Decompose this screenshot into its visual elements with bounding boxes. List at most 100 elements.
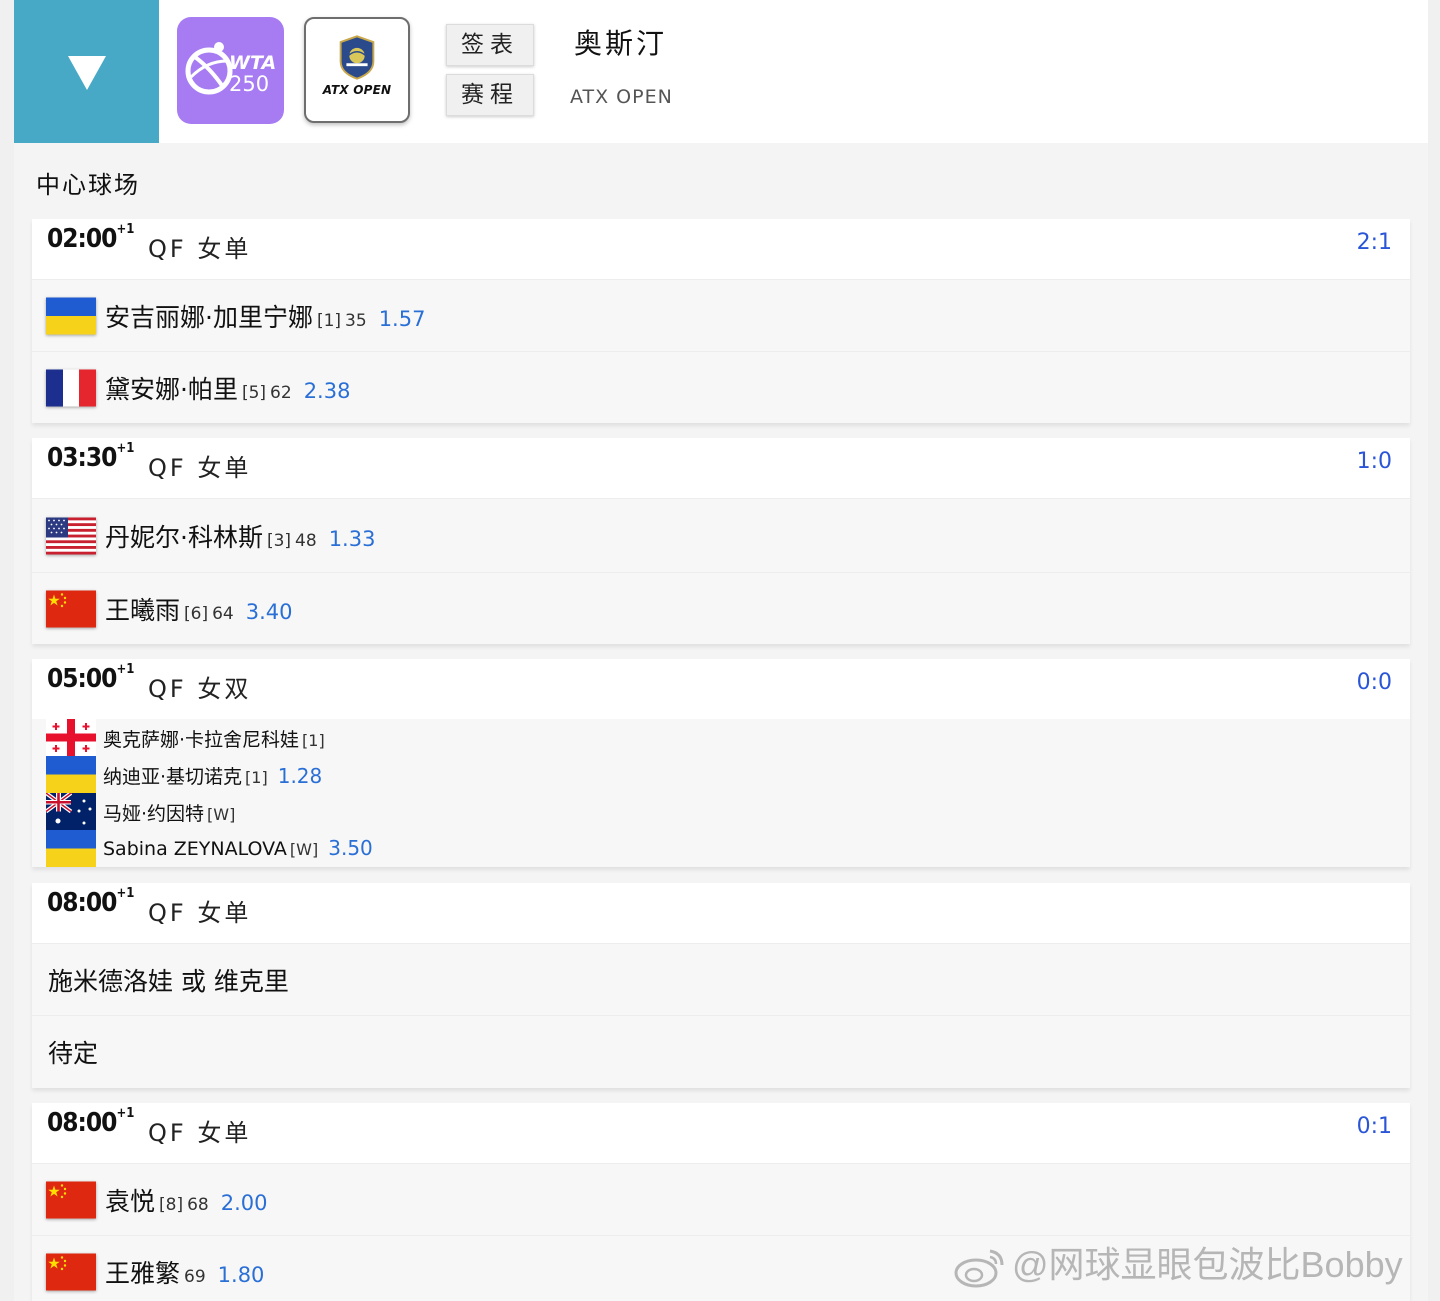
pair-odds: 3.50 <box>328 836 373 860</box>
match-score: 2:1 <box>1356 230 1392 255</box>
court-name: 中心球场 <box>36 171 140 199</box>
match-card[interactable]: 05:00+1 QF 女双 0:0 奥克萨娜·卡拉舍尼科娃 [1] 纳迪亚·基切诺… <box>32 659 1410 867</box>
match-time: 02:00+1 <box>47 222 135 254</box>
ukraine-flag-icon <box>46 756 96 793</box>
weibo-logo-icon <box>954 1250 1004 1288</box>
player-name-line: 安吉丽娜·加里宁娜 [1] 35 1.57 <box>105 298 425 334</box>
player-name: 王雅繁 <box>105 1258 181 1288</box>
menu-toggle-button[interactable] <box>14 0 159 143</box>
player-seed: [W] <box>207 805 236 824</box>
match-score: 1:0 <box>1356 449 1392 474</box>
player-name-line: 黛安娜·帕里 [5] 62 2.38 <box>105 370 350 406</box>
watermark-text: @网球显眼包波比Bobby <box>1012 1244 1403 1285</box>
tournament-subtitle: ATX OPEN <box>570 86 673 108</box>
player-seed: [3] <box>266 530 292 551</box>
player-name: 黛安娜·帕里 <box>105 374 238 404</box>
wta-250-logo: WTA 250 <box>177 17 284 124</box>
match-header: 02:00+1 QF 女单 2:1 <box>32 219 1410 279</box>
match-time: 08:00+1 <box>47 1106 135 1138</box>
player-row[interactable]: 王曦雨 [6] 64 3.40 <box>32 572 1410 644</box>
player-rank: 69 <box>184 1266 206 1287</box>
player-name-line: 丹妮尔·科林斯 [3] 48 1.33 <box>105 518 375 554</box>
doubles-player-row[interactable]: 纳迪亚·基切诺克 [1] 1.28 <box>32 756 1410 793</box>
player-name: 丹妮尔·科林斯 <box>105 522 263 552</box>
player-name: 待定 <box>48 1039 99 1068</box>
match-round: QF 女双 <box>148 675 252 703</box>
triangle-down-icon <box>67 55 106 90</box>
player-odds: 1.33 <box>328 526 376 551</box>
match-time: 08:00+1 <box>47 886 135 918</box>
pair-odds: 1.28 <box>277 764 323 788</box>
match-header: 05:00+1 QF 女双 0:0 <box>32 659 1410 719</box>
match-round: QF 女单 <box>148 1119 252 1147</box>
player-seed: [6] <box>184 603 209 624</box>
player-name-line: 马娅·约因特 [W] <box>103 799 235 826</box>
player-seed: [8] <box>159 1194 184 1215</box>
match-time: 05:00+1 <box>47 662 135 694</box>
day-offset: +1 <box>116 1106 135 1122</box>
player-row[interactable]: 待定 <box>32 1015 1410 1088</box>
player-name-line: 袁悦 [8] 68 2.00 <box>105 1182 268 1218</box>
player-name: 施米德洛娃 或 维克里 <box>48 966 289 996</box>
schedule-button[interactable]: 赛程 <box>446 74 534 116</box>
ukraine-flag-icon <box>46 830 96 867</box>
doubles-player-row[interactable]: 奥克萨娜·卡拉舍尼科娃 [1] <box>32 719 1410 756</box>
doubles-player-row[interactable]: 马娅·约因特 [W] <box>32 793 1410 830</box>
day-offset: +1 <box>116 441 135 457</box>
player-odds: 1.80 <box>217 1262 265 1287</box>
match-header: 03:30+1 QF 女单 1:0 <box>32 438 1410 498</box>
match-card[interactable]: 02:00+1 QF 女单 2:1 安吉丽娜·加里宁娜 [1] 35 1.57 黛安娜… <box>32 219 1410 423</box>
usa-flag-icon <box>46 517 96 554</box>
player-rank: 62 <box>270 382 292 403</box>
atx-open-logo: ATX OPEN <box>304 17 410 123</box>
player-name: 安吉丽娜·加里宁娜 <box>105 302 313 332</box>
draw-button[interactable]: 签表 <box>446 24 534 66</box>
player-name: 马娅·约因特 <box>103 803 205 825</box>
player-name: 王曦雨 <box>105 595 181 625</box>
player-name-line: 王曦雨 [6] 64 3.40 <box>105 591 293 627</box>
match-time: 03:30+1 <box>47 441 135 473</box>
georgia-flag-icon <box>46 719 96 756</box>
match-header: 08:00+1 QF 女单 <box>32 883 1410 943</box>
player-name: 纳迪亚·基切诺克 <box>103 766 243 788</box>
player-rank: 64 <box>212 603 234 624</box>
player-name-line: 王雅繁 69 1.80 <box>105 1254 264 1290</box>
day-offset: +1 <box>116 886 135 902</box>
player-name: 袁悦 <box>105 1186 156 1216</box>
player-odds: 3.40 <box>245 599 293 624</box>
match-score: 0:0 <box>1356 670 1392 695</box>
china-flag-icon <box>46 590 96 627</box>
player-name-line: 纳迪亚·基切诺克 [1] 1.28 <box>103 762 322 789</box>
wta-logo-text: WTA <box>229 52 276 74</box>
match-card[interactable]: 03:30+1 QF 女单 1:0 丹妮尔·科林斯 [3] 48 1.33 王曦雨 [6… <box>32 438 1410 644</box>
player-rank: 35 <box>345 310 367 331</box>
player-name: 奥克萨娜·卡拉舍尼科娃 <box>103 729 300 751</box>
player-row[interactable]: 施米德洛娃 或 维克里 <box>32 943 1410 1015</box>
player-seed: [1] <box>302 731 325 750</box>
day-offset: +1 <box>116 222 135 238</box>
player-odds: 2.38 <box>303 378 351 403</box>
app-window: WTA 250 ATX OPEN 签表 赛程 奥斯汀 ATX OPEN 中心球场… <box>14 0 1428 1301</box>
china-flag-icon <box>46 1181 96 1218</box>
australia-flag-icon <box>46 793 96 830</box>
tournament-header: WTA 250 ATX OPEN 签表 赛程 奥斯汀 ATX OPEN <box>14 0 1428 143</box>
player-row[interactable]: 袁悦 [8] 68 2.00 <box>32 1163 1410 1235</box>
match-header: 08:00+1 QF 女单 0:1 <box>32 1103 1410 1163</box>
player-name: Sabina ZEYNALOVA <box>103 838 287 860</box>
doubles-player-row[interactable]: Sabina ZEYNALOVA [W] 3.50 <box>32 830 1410 867</box>
player-row[interactable]: 丹妮尔·科林斯 [3] 48 1.33 <box>32 498 1410 572</box>
match-card[interactable]: 08:00+1 QF 女单 施米德洛娃 或 维克里 待定 <box>32 883 1410 1088</box>
match-score: 0:1 <box>1356 1114 1392 1139</box>
player-name-line: 奥克萨娜·卡拉舍尼科娃 [1] <box>103 725 325 752</box>
ukraine-flag-icon <box>46 297 96 334</box>
player-odds: 1.57 <box>378 306 426 331</box>
player-seed: [1] <box>245 768 268 787</box>
match-round: QF 女单 <box>148 235 252 263</box>
match-round: QF 女单 <box>148 454 252 482</box>
player-name-line: Sabina ZEYNALOVA [W] 3.50 <box>103 836 373 860</box>
player-row[interactable]: 安吉丽娜·加里宁娜 [1] 35 1.57 <box>32 279 1410 351</box>
player-row[interactable]: 黛安娜·帕里 [5] 62 2.38 <box>32 351 1410 423</box>
player-odds: 2.00 <box>220 1190 268 1215</box>
player-seed: [5] <box>241 382 267 403</box>
china-flag-icon <box>46 1253 96 1290</box>
